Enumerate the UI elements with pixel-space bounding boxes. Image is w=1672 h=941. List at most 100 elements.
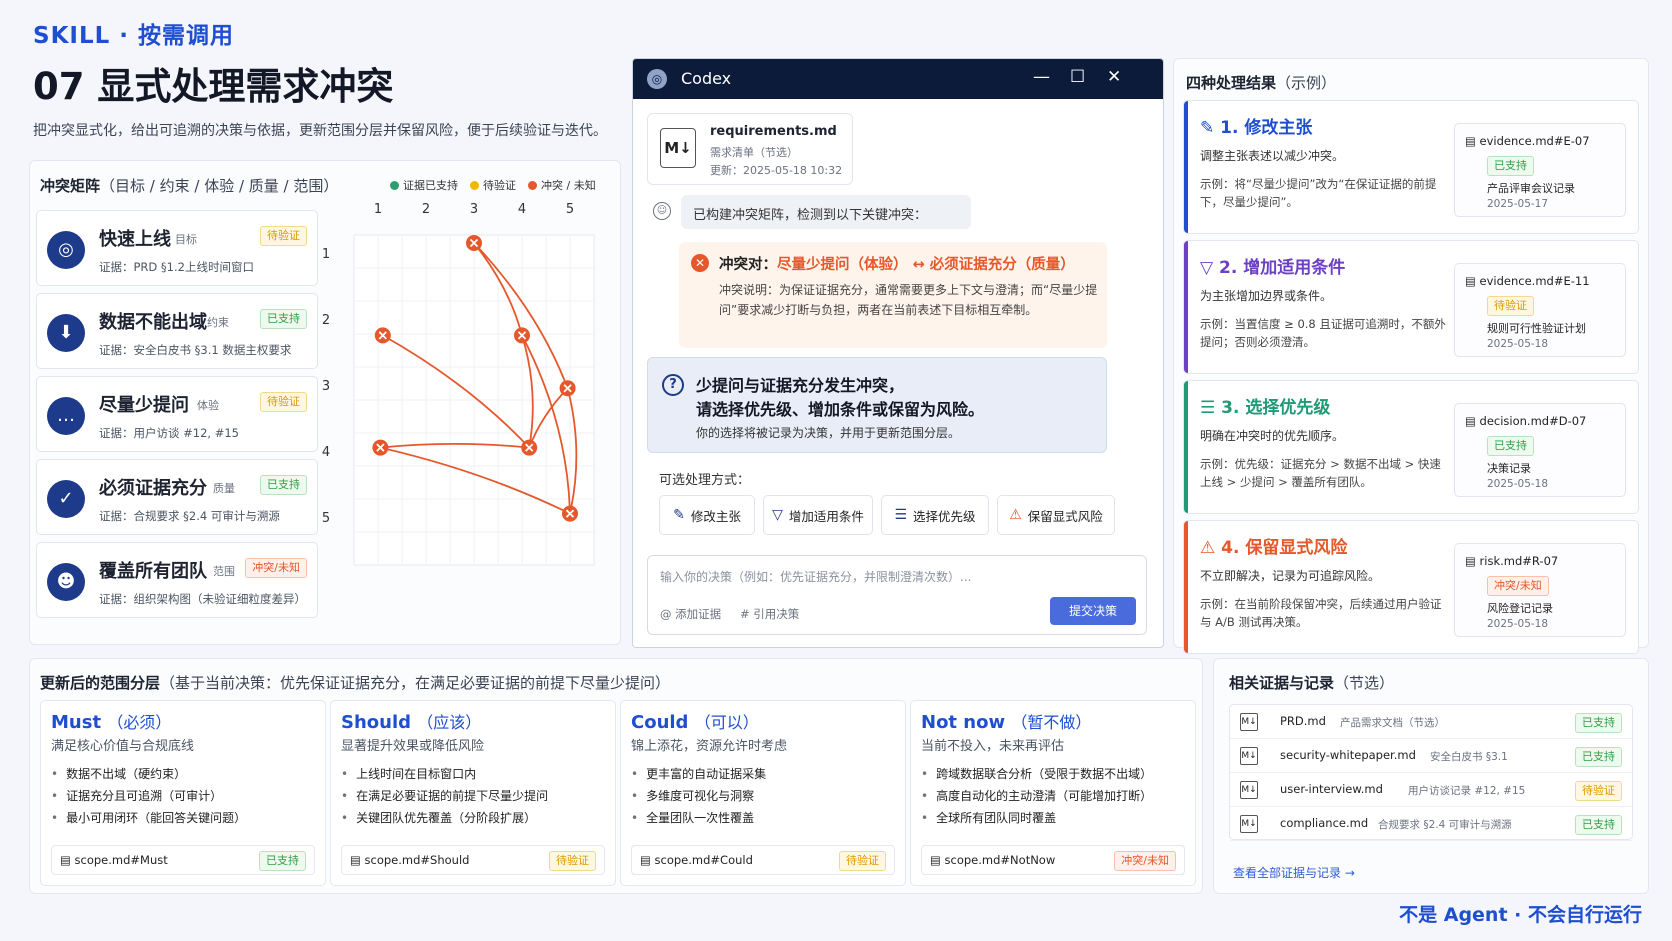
outcome-title: ⚠ 4. 保留显式风险 [1200, 533, 1347, 558]
requirement-type: 体验 [197, 399, 219, 412]
reference-description: 决策记录 [1487, 462, 1531, 475]
scope-tier-item: 更丰富的自动证据采集 [631, 763, 766, 785]
matrix-row-label: 5 [322, 511, 330, 526]
outcome-example: 示例：当置信度 ≥ 0.8 且证据可追溯时，不额外提问；否则必须澄清。 [1200, 317, 1446, 349]
outcome-accent-bar [1184, 241, 1188, 373]
maximize-icon[interactable]: ☐ [1070, 67, 1085, 87]
scope-tier-file[interactable]: ▤ scope.md#Could 待验证 [631, 845, 895, 875]
scope-tier-items: 跨域数据联合分析（受限于数据不出域）高度自动化的主动澄清（可能增加打断）全球所有… [921, 763, 1152, 829]
submit-decision-button[interactable]: 提交决策 [1050, 597, 1136, 625]
scope-tier-items: 上线时间在目标窗口内在满足必要证据的前提下尽量少提问关键团队优先覆盖（分阶段扩展… [341, 763, 548, 829]
outcomes-title: 四种处理结果（示例） [1186, 72, 1336, 93]
scope-file-link: ▤ scope.md#Could [640, 853, 753, 867]
status-badge: 冲突/未知 [245, 558, 307, 578]
evidence-row[interactable]: M↓ compliance.md 合规要求 §2.4 可审计与溯源 已支持 [1230, 807, 1632, 841]
markdown-file-icon: M↓ [1240, 713, 1258, 731]
minimize-icon[interactable]: — [1033, 67, 1050, 87]
attached-file-card[interactable]: M↓ requirements.md 需求清单（节选） 更新：2025-05-1… [647, 113, 853, 185]
question-line-1: 少提问与证据充分发生冲突， [696, 376, 905, 395]
scope-tier-name: Not now （暂不做） [921, 709, 1091, 733]
status-badge: 已支持 [260, 475, 307, 495]
legend-pending-dot [470, 181, 479, 190]
scope-tier-name-paren: （可以） [694, 713, 759, 732]
option-button[interactable]: ✎ 修改主张 [659, 495, 755, 535]
legend-conflict-dot [528, 181, 537, 190]
scope-tier-file[interactable]: ▤ scope.md#Must 已支持 [51, 845, 315, 875]
requirement-card[interactable]: ◎ 快速上线 目标 待验证 证据：PRD §1.2上线时间窗口 [36, 210, 318, 286]
requirement-name: 尽量少提问 [99, 395, 189, 416]
scope-tier-file[interactable]: ▤ scope.md#Should 待验证 [341, 845, 605, 875]
option-button[interactable]: ▽ 增加适用条件 [763, 495, 873, 535]
reference-file: ▤ evidence.md#E-07 [1465, 134, 1590, 148]
requirement-card[interactable]: ✓ 必须证据充分 质量 已支持 证据：合规要求 §2.4 可审计与溯源 [36, 459, 318, 535]
evidence-row[interactable]: M↓ user-interview.md 用户访谈记录 #12, #15 待验证 [1230, 773, 1632, 807]
outcomes-title-text: 四种处理结果 [1186, 74, 1277, 92]
outcome-card[interactable]: ✎ 1. 修改主张 调整主张表述以减少冲突。 示例：将“尽量少提问”改为“在保证证据… [1183, 100, 1639, 234]
option-button[interactable]: ⚠ 保留显式风险 [997, 495, 1115, 535]
outcome-reference[interactable]: ▤ evidence.md#E-11 待验证 规则可行性验证计划 2025-05-18 [1454, 263, 1626, 357]
requirement-type: 约束 [207, 316, 229, 329]
status-badge: 已支持 [1575, 747, 1622, 767]
conflict-side-b: 必须证据充分（质量） [929, 257, 1075, 273]
quote-decision-button[interactable]: # 引用决策 [740, 606, 799, 622]
requirement-card[interactable]: ☻ 覆盖所有团队 范围 冲突/未知 证据：组织架构图（未验证细粒度差异） [36, 542, 318, 618]
outcome-title-text: 1. 修改主张 [1220, 118, 1313, 138]
scope-file-name: scope.md#NotNow [944, 853, 1056, 867]
scope-tier-file[interactable]: ▤ scope.md#NotNow 冲突/未知 [921, 845, 1185, 875]
document-icon: ▤ [640, 853, 655, 867]
conflict-pair: 冲突对：尽量少提问（体验） ↔ 必须证据充分（质量） [719, 253, 1075, 274]
filter-icon: ▽ [1200, 258, 1214, 278]
evidence-file-name: PRD.md [1280, 714, 1326, 728]
status-badge: 已支持 [259, 851, 306, 871]
reference-file-name: evidence.md#E-07 [1479, 134, 1590, 148]
legend-supported-label: 证据已支持 [403, 179, 458, 192]
outcome-example: 示例：将“尽量少提问”改为“在保证证据的前提下，尽量少提问”。 [1200, 177, 1437, 209]
requirement-card[interactable]: ⬇ 数据不能出域 约束 已支持 证据：安全白皮书 §3.1 数据主权要求 [36, 293, 318, 369]
outcome-reference[interactable]: ▤ decision.md#D-07 已支持 决策记录 2025-05-18 [1454, 403, 1626, 497]
outcome-reference[interactable]: ▤ risk.md#R-07 冲突/未知 风险登记记录 2025-05-18 [1454, 543, 1626, 637]
close-icon[interactable]: ✕ [1107, 67, 1121, 87]
requirement-type: 范围 [213, 565, 235, 578]
matrix-column-label: 5 [566, 202, 574, 217]
scope-tier-card: Should （应该） 显著提升效果或降低风险上线时间在目标窗口内在满足必要证据的… [330, 700, 616, 886]
question-icon: ? [662, 374, 684, 396]
status-badge: 已支持 [1487, 156, 1534, 176]
evidence-row[interactable]: M↓ security-whitepaper.md 安全白皮书 §3.1 已支持 [1230, 739, 1632, 773]
conflict-matrix-title: 冲突矩阵（目标 / 约束 / 体验 / 质量 / 范围） [40, 175, 338, 196]
add-evidence-label: 添加证据 [675, 607, 722, 621]
footer-note: 不是 Agent · 不会自行运行 [1399, 904, 1642, 926]
status-badge: 冲突/未知 [1114, 851, 1176, 871]
outcome-accent-bar [1184, 381, 1188, 513]
pencil-icon: ✎ [673, 507, 685, 523]
scope-tier-item: 全量团队一次性覆盖 [631, 807, 766, 829]
status-badge: 已支持 [260, 309, 307, 329]
scope-tier-name-paren: （暂不做） [1011, 713, 1092, 732]
outcome-reference[interactable]: ▤ evidence.md#E-07 已支持 产品评审会议记录 2025-05-17 [1454, 123, 1626, 217]
scope-tier-item: 关键团队优先覆盖（分阶段扩展） [341, 807, 548, 829]
add-evidence-button[interactable]: @ 添加证据 [660, 606, 721, 622]
scope-file-link: ▤ scope.md#NotNow [930, 853, 1055, 867]
decision-input[interactable]: 输入你的决策（例如：优先证据充分，并限制澄清次数）... @ 添加证据 # 引用… [647, 555, 1147, 635]
outcome-card[interactable]: ☰ 3. 选择优先级 明确在冲突时的优先顺序。 示例：优先级：证据充分 > 数据不出… [1183, 380, 1639, 514]
outcome-card[interactable]: ▽ 2. 增加适用条件 为主张增加边界或条件。 示例：当置信度 ≥ 0.8 且证据可… [1183, 240, 1639, 374]
reference-file: ▤ evidence.md#E-11 [1465, 274, 1590, 288]
warning-icon: ⚠ [1009, 507, 1022, 523]
outcome-card[interactable]: ⚠ 4. 保留显式风险 不立即解决，记录为可追踪风险。 示例：在当前阶段保留冲突，后… [1183, 520, 1639, 654]
requirement-card[interactable]: … 尽量少提问 体验 待验证 证据：用户访谈 #12, #15 [36, 376, 318, 452]
outcome-title-text: 3. 选择优先级 [1221, 398, 1331, 418]
scope-tier-item: 最小可用闭环（能回答关键问题） [51, 807, 246, 829]
view-all-evidence-link[interactable]: 查看全部证据与记录 → [1233, 864, 1355, 881]
status-badge: 已支持 [1487, 436, 1534, 456]
document-icon: ▤ [1465, 414, 1480, 428]
scope-tier-name: Should （应该） [341, 709, 481, 733]
conflict-matrix-title-paren: （目标 / 约束 / 体验 / 质量 / 范围） [100, 177, 339, 195]
status-badge: 待验证 [549, 851, 596, 871]
option-button[interactable]: ☰ 选择优先级 [881, 495, 989, 535]
scope-tier-name-text: Not now [921, 712, 1006, 733]
scope-tier-item: 证据充分且可追溯（可审计） [51, 785, 246, 807]
scope-tier-name: Must （必须） [51, 709, 171, 733]
scope-tier-item: 上线时间在目标窗口内 [341, 763, 548, 785]
outcome-title: ☰ 3. 选择优先级 [1200, 393, 1330, 418]
codex-title: Codex [681, 69, 732, 88]
evidence-row[interactable]: M↓ PRD.md 产品需求文档（节选） 已支持 [1230, 705, 1632, 739]
